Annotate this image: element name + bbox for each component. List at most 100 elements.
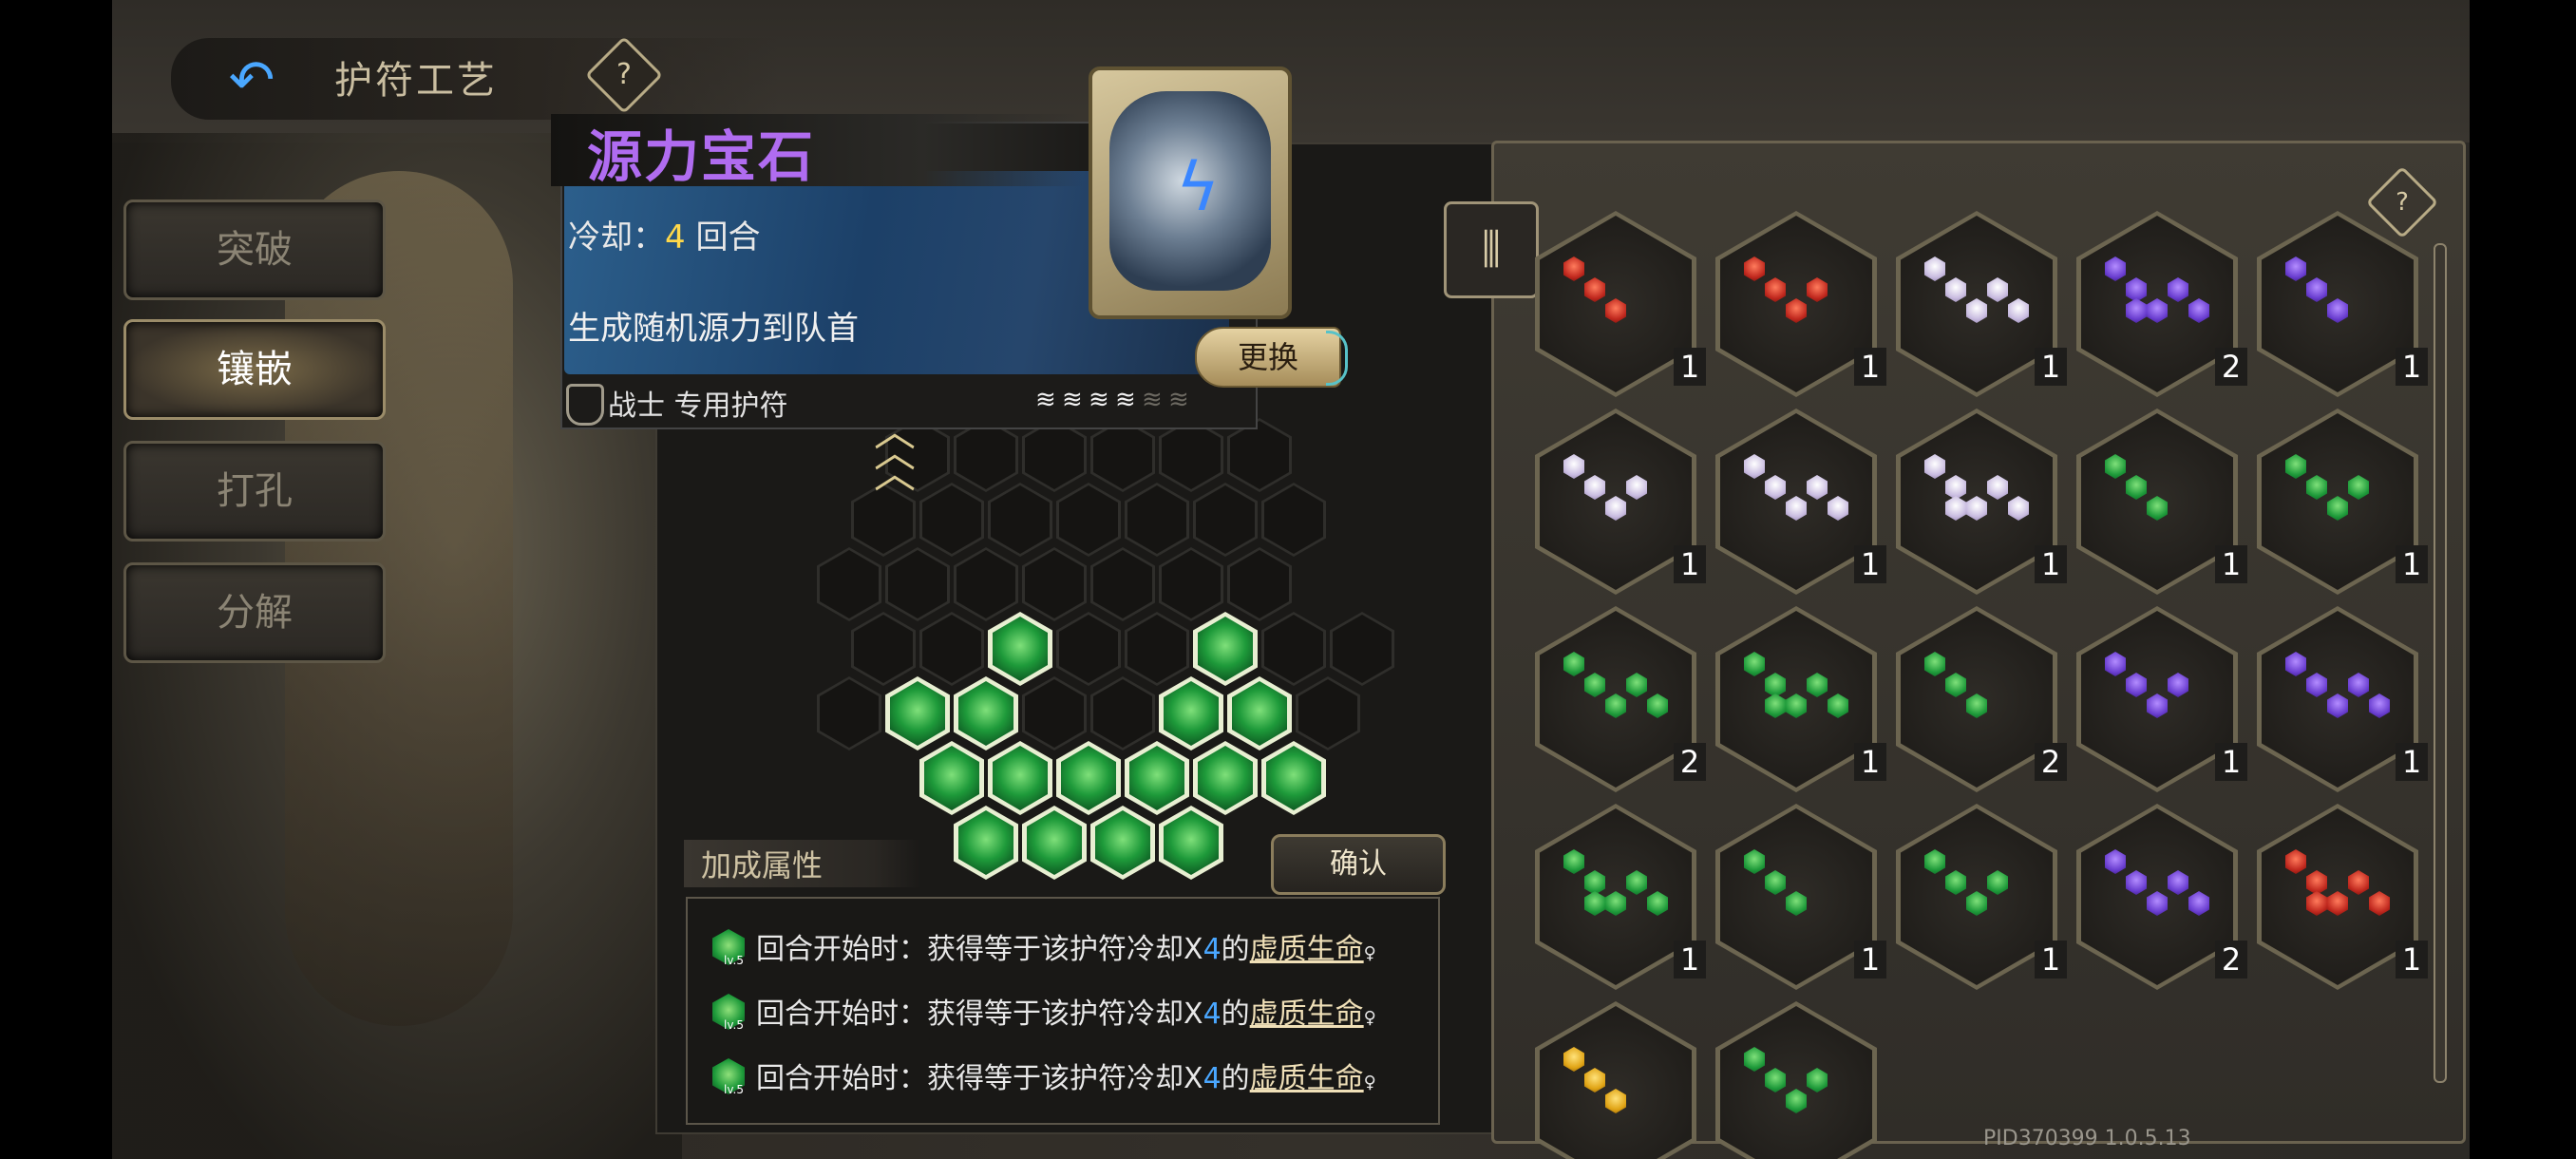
white-gem-icon <box>1807 475 1828 500</box>
red-gem-icon <box>1786 298 1807 323</box>
bonus-keyword-link[interactable]: 虚质生命 <box>1250 1062 1364 1095</box>
star-rating: ≋≋≋≋≋≋ <box>1035 386 1195 414</box>
green-gem-icon <box>1966 891 1987 916</box>
purple-gem-icon <box>2188 891 2209 916</box>
gem-level: lv.5 <box>724 1018 744 1032</box>
bonus-mid: 的 <box>1221 1062 1250 1095</box>
green-gem-icon <box>2285 454 2306 479</box>
tab-breakthrough[interactable]: 突破 <box>123 200 386 300</box>
bonus-mid: 的 <box>1221 998 1250 1031</box>
amulet-name: 源力宝石 <box>587 124 816 189</box>
yellow-gem-icon <box>1584 1068 1605 1092</box>
page-title: 护符工艺 <box>334 59 498 103</box>
purple-gem-icon <box>2327 694 2348 718</box>
red-gem-icon <box>2369 891 2390 916</box>
bonus-keyword-link[interactable]: 虚质生命 <box>1250 998 1364 1031</box>
green-gem-icon <box>2327 496 2348 521</box>
red-gem-icon <box>1744 256 1765 281</box>
white-gem-icon <box>1626 475 1647 500</box>
red-gem-icon <box>1563 256 1584 281</box>
amulet-stone: ϟ <box>1109 91 1271 291</box>
white-gem-icon <box>1945 496 1966 521</box>
purple-gem-icon <box>2147 891 2168 916</box>
white-gem-icon <box>2008 298 2029 323</box>
green-gem-icon <box>2306 475 2327 500</box>
gem-count: 1 <box>2396 940 2428 978</box>
green-gem-icon <box>1626 870 1647 895</box>
green-gem-icon <box>1626 673 1647 697</box>
tab-decompose[interactable]: 分解 <box>123 562 386 663</box>
star-filled-icon: ≋ <box>1115 386 1140 414</box>
gem-count: 1 <box>2035 545 2067 583</box>
gem-level: lv.5 <box>724 954 744 967</box>
gem-count: 1 <box>2396 743 2428 781</box>
confirm-button[interactable]: 确认 <box>1271 834 1446 895</box>
gem-count: 1 <box>1674 348 1706 386</box>
white-gem-icon <box>1584 475 1605 500</box>
gem-count: 2 <box>2035 743 2067 781</box>
purple-gem-icon <box>2285 256 2306 281</box>
tab-punch[interactable]: 打孔 <box>123 441 386 542</box>
yellow-gem-icon <box>1605 1089 1626 1113</box>
gem-count: 1 <box>2215 743 2247 781</box>
star-filled-icon: ≋ <box>1062 386 1087 414</box>
white-gem-icon <box>1786 496 1807 521</box>
purple-gem-icon <box>2126 870 2147 895</box>
red-gem-icon <box>2285 849 2306 874</box>
bonus-prefix: 回合开始时：获得等于该护符冷却X <box>756 933 1203 966</box>
purple-gem-icon <box>2327 298 2348 323</box>
chevron-up-icon: ︿ ︿ ︿ <box>874 408 916 498</box>
white-gem-icon <box>1828 496 1848 521</box>
gem-level: lv.5 <box>724 1083 744 1096</box>
gem-count: 1 <box>2396 348 2428 386</box>
gem-count: 1 <box>1854 545 1886 583</box>
green-gem-icon <box>1647 891 1668 916</box>
info-icon[interactable]: ♀ <box>1364 1073 1376 1092</box>
back-arrow-icon[interactable]: ↶ <box>214 49 290 110</box>
cooldown-value: 4 <box>665 218 686 256</box>
green-gem-icon <box>1563 849 1584 874</box>
green-gem-icon <box>1945 673 1966 697</box>
purple-gem-icon <box>2147 298 2168 323</box>
info-icon[interactable]: ♀ <box>1364 943 1376 963</box>
bonus-keyword-link[interactable]: 虚质生命 <box>1250 933 1364 966</box>
green-gem-icon <box>1924 849 1945 874</box>
gem-count: 1 <box>1674 545 1706 583</box>
green-gem-icon <box>1744 652 1765 676</box>
green-gem-icon <box>1786 891 1807 916</box>
gem-count: 1 <box>1854 940 1886 978</box>
purple-gem-icon <box>2306 277 2327 302</box>
green-gem-icon <box>1987 870 2008 895</box>
green-gem-icon <box>1807 673 1828 697</box>
purple-gem-icon <box>2168 870 2188 895</box>
gem-count: 1 <box>1854 743 1886 781</box>
green-gem-icon <box>2105 454 2126 479</box>
green-gem-icon <box>1744 1047 1765 1072</box>
red-gem-icon <box>2327 891 2348 916</box>
tab-inlay[interactable]: 镶嵌 <box>123 319 386 420</box>
white-gem-icon <box>1605 496 1626 521</box>
purple-gem-icon <box>2188 298 2209 323</box>
amulet-image: ϟ <box>1089 66 1292 319</box>
green-gem-icon <box>1605 891 1626 916</box>
exchange-button[interactable]: 更换 <box>1195 327 1341 388</box>
red-gem-icon <box>1807 277 1828 302</box>
star-filled-icon: ≋ <box>1089 386 1113 414</box>
inventory-scrollbar[interactable] <box>2434 243 2447 1083</box>
bonus-title: 加成属性 <box>701 847 824 884</box>
white-gem-icon <box>1765 475 1786 500</box>
bonus-prefix: 回合开始时：获得等于该护符冷却X <box>756 1062 1203 1095</box>
bonus-text: 回合开始时：获得等于该护符冷却X4的虚质生命♀ <box>756 990 1376 1032</box>
gem-count: 2 <box>2215 348 2247 386</box>
white-gem-icon <box>1924 454 1945 479</box>
red-gem-icon <box>2348 870 2369 895</box>
green-gem-icon <box>1744 849 1765 874</box>
info-icon[interactable]: ♀ <box>1364 1008 1376 1028</box>
green-gem-icon <box>1924 652 1945 676</box>
green-gem-icon <box>2126 475 2147 500</box>
green-gem-icon <box>1786 1089 1807 1113</box>
green-gem-icon <box>1828 694 1848 718</box>
green-gem-icon <box>1786 694 1807 718</box>
game-screen: ↶ 护符工艺 ? 突破 镶嵌 打孔 分解 ︿ ︿ ︿ 源力宝石 冷却：4 回合 生成… <box>0 0 2576 1159</box>
filter-icon[interactable]: ⫼ <box>1444 201 1539 298</box>
